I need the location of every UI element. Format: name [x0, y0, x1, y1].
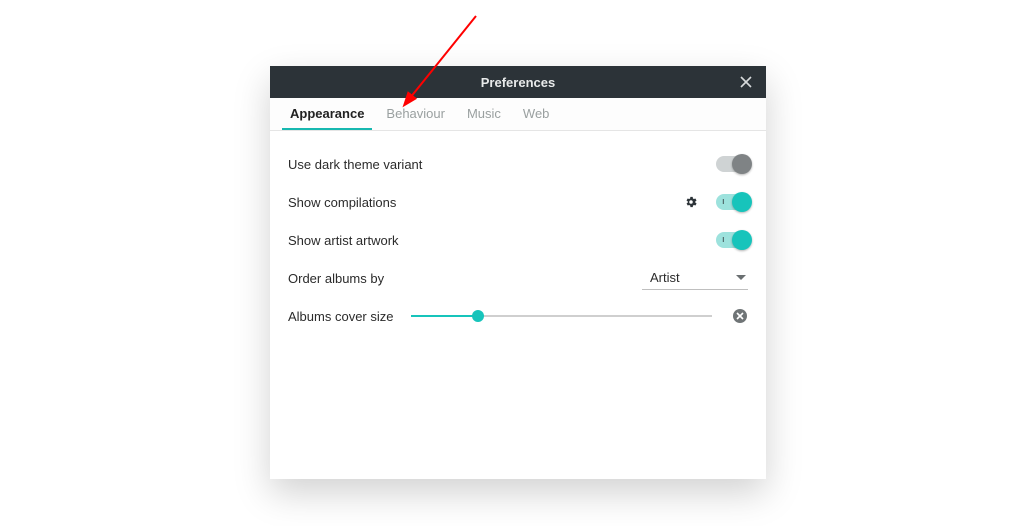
cover-size-label: Albums cover size: [288, 309, 393, 324]
titlebar: Preferences: [270, 66, 766, 98]
slider-thumb: [472, 310, 484, 322]
dark-theme-label: Use dark theme variant: [288, 157, 716, 172]
artist-art-label: Show artist artwork: [288, 233, 716, 248]
gear-icon[interactable]: [684, 195, 698, 209]
dark-theme-toggle[interactable]: [716, 156, 748, 172]
compilations-toggle[interactable]: ı: [716, 194, 748, 210]
order-by-dropdown[interactable]: Artist: [642, 266, 748, 290]
row-artist-artwork: Show artist artwork ı: [288, 221, 748, 259]
preferences-dialog: Preferences Appearance Behaviour Music W…: [270, 66, 766, 479]
artist-art-toggle[interactable]: ı: [716, 232, 748, 248]
row-order-by: Order albums by Artist: [288, 259, 748, 297]
row-cover-size: Albums cover size: [288, 297, 748, 335]
order-by-label: Order albums by: [288, 271, 642, 286]
close-icon: [740, 76, 752, 88]
toggle-knob: [732, 192, 752, 212]
chevron-down-icon: [736, 275, 746, 280]
reset-icon[interactable]: [732, 308, 748, 324]
toggle-on-mark: ı: [722, 234, 725, 244]
order-by-value: Artist: [650, 270, 680, 285]
tab-appearance[interactable]: Appearance: [282, 98, 372, 130]
toggle-knob: [732, 154, 752, 174]
tab-behaviour[interactable]: Behaviour: [378, 98, 453, 130]
close-button[interactable]: [726, 66, 766, 98]
tab-web[interactable]: Web: [515, 98, 558, 130]
window-title: Preferences: [481, 75, 555, 90]
toggle-on-mark: ı: [722, 196, 725, 206]
tab-bar: Appearance Behaviour Music Web: [270, 98, 766, 131]
cover-size-control: [411, 308, 748, 324]
compilations-label: Show compilations: [288, 195, 684, 210]
tab-music[interactable]: Music: [459, 98, 509, 130]
slider-fill: [411, 315, 477, 317]
preferences-body: Use dark theme variant Show compilations…: [270, 131, 766, 335]
toggle-knob: [732, 230, 752, 250]
row-dark-theme: Use dark theme variant: [288, 145, 748, 183]
cover-size-slider[interactable]: [411, 309, 712, 323]
row-compilations: Show compilations ı: [288, 183, 748, 221]
